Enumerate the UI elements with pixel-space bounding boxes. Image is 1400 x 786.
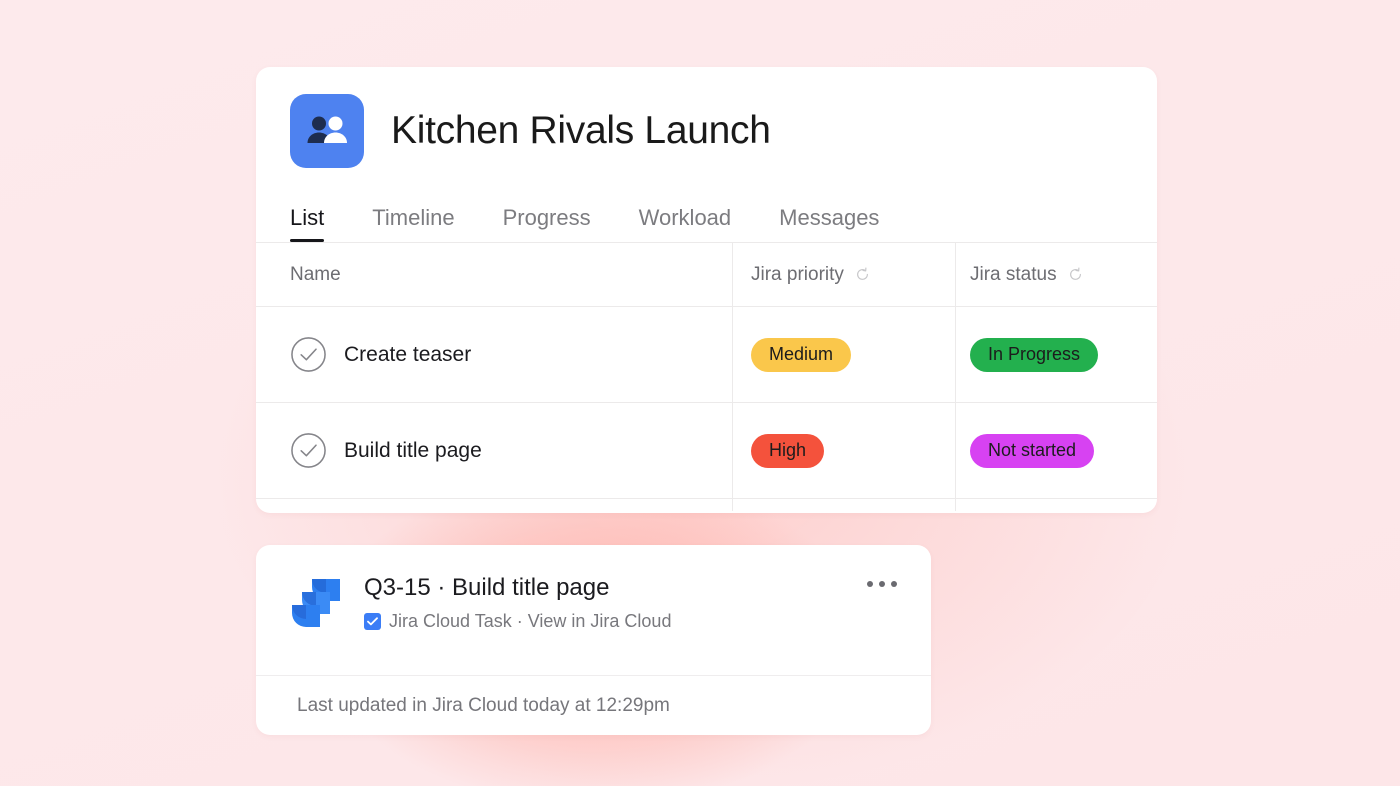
task-priority-cell-partial (733, 499, 956, 511)
task-name-label: Build title page (344, 438, 482, 462)
circle-check-icon[interactable] (290, 336, 327, 373)
tab-list[interactable]: List (290, 205, 325, 242)
column-header-jira-priority[interactable]: Jira priority (733, 243, 956, 306)
project-card: Kitchen Rivals Launch List Timeline Prog… (256, 67, 1157, 513)
priority-badge[interactable]: High (751, 433, 825, 468)
task-status-cell[interactable]: In Progress (956, 307, 1157, 402)
project-header: Kitchen Rivals Launch (256, 67, 1157, 168)
column-header-name[interactable]: Name (256, 243, 733, 306)
table-row[interactable]: Create teaser Medium In Progress (256, 307, 1157, 403)
jira-issue-title[interactable]: Q3-15 · Build title page (364, 574, 671, 602)
task-status-cell[interactable]: Not started (956, 403, 1157, 498)
tab-messages[interactable]: Messages (779, 205, 879, 242)
task-name-label: Create teaser (344, 342, 472, 366)
task-priority-cell[interactable]: Medium (733, 307, 956, 402)
tab-bar: List Timeline Progress Workload Messages (256, 168, 1157, 242)
task-name-cell[interactable]: Build title page (256, 403, 733, 498)
task-name-cell[interactable]: Create teaser (256, 307, 733, 402)
jira-last-updated: Last updated in Jira Cloud today at 12:2… (256, 675, 931, 735)
table-row-partial (256, 499, 1157, 511)
tab-workload[interactable]: Workload (639, 205, 732, 242)
column-header-jira-status-label: Jira status (970, 263, 1057, 285)
task-status-cell-partial (956, 499, 1157, 511)
status-badge[interactable]: Not started (970, 433, 1095, 468)
tab-timeline[interactable]: Timeline (372, 205, 454, 242)
circle-check-icon[interactable] (290, 432, 327, 469)
task-table: Name Jira priority Jira status Create te… (256, 242, 1157, 511)
ellipsis-icon[interactable] (867, 581, 897, 587)
jira-issue-subtitle: Jira Cloud Task · View in Jira Cloud (364, 611, 671, 632)
tab-progress[interactable]: Progress (503, 205, 591, 242)
task-priority-cell[interactable]: High (733, 403, 956, 498)
app-screen: Kitchen Rivals Launch List Timeline Prog… (0, 0, 1400, 786)
jira-card-text: Q3-15 · Build title page Jira Cloud Task… (364, 573, 671, 632)
table-header-row: Name Jira priority Jira status (256, 243, 1157, 307)
task-checkbox[interactable] (364, 613, 381, 630)
sync-icon (856, 267, 868, 280)
page-title: Kitchen Rivals Launch (391, 109, 771, 152)
priority-badge[interactable]: Medium (751, 337, 852, 372)
two-people-icon (290, 94, 364, 168)
status-badge[interactable]: In Progress (970, 337, 1099, 372)
jira-logo-icon (292, 579, 340, 627)
jira-issue-subtitle-label[interactable]: Jira Cloud Task · View in Jira Cloud (389, 611, 671, 632)
sync-icon (1069, 267, 1081, 280)
column-header-jira-status[interactable]: Jira status (956, 243, 1157, 306)
jira-integration-card: Q3-15 · Build title page Jira Cloud Task… (256, 545, 931, 735)
task-name-cell-partial (256, 499, 733, 511)
column-header-jira-priority-label: Jira priority (751, 263, 844, 285)
jira-card-body: Q3-15 · Build title page Jira Cloud Task… (256, 545, 931, 675)
table-row[interactable]: Build title page High Not started (256, 403, 1157, 499)
column-header-name-label: Name (290, 263, 341, 285)
